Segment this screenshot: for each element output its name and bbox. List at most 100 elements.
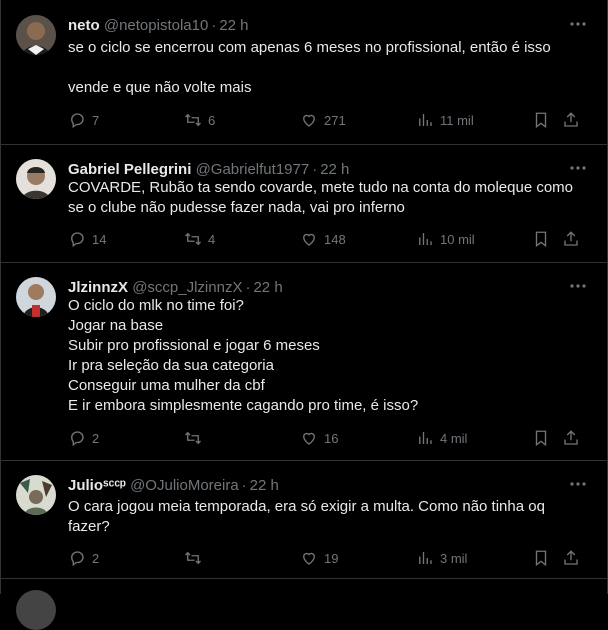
views-count: 11 mil: [440, 112, 474, 128]
reply-icon: [71, 113, 84, 129]
like-button[interactable]: 271: [300, 110, 346, 130]
bookmark-icon: [535, 550, 547, 567]
reply-count: 7: [92, 112, 100, 128]
views-count: 3 mil: [440, 550, 468, 566]
bookmark-icon: [535, 112, 547, 129]
reply-icon: [71, 431, 84, 447]
reply-count: 2: [92, 550, 100, 566]
views-button[interactable]: 11 mil: [416, 110, 474, 130]
retweet-button[interactable]: [184, 548, 208, 568]
reply-button[interactable]: 14: [68, 229, 106, 249]
user-handle[interactable]: @Gabrielfut1977: [196, 161, 310, 178]
reply-count: 14: [92, 231, 107, 247]
bookmark-icon: [535, 231, 547, 248]
share-icon: [564, 550, 578, 565]
like-button[interactable]: 16: [300, 428, 338, 448]
user-handle[interactable]: @netopistola10: [104, 17, 208, 34]
share-icon: [564, 112, 578, 127]
tweet-text: se o ciclo se encerrou com apenas 6 mese…: [68, 39, 551, 96]
share-button[interactable]: [562, 110, 580, 130]
separator-dot: ·: [241, 477, 247, 494]
separator-dot: ·: [211, 17, 217, 34]
reply-button[interactable]: 2: [68, 548, 99, 568]
timestamp[interactable]: 22 h: [320, 161, 349, 178]
retweet-icon: [185, 551, 201, 565]
views-bar-chart-icon: [419, 233, 432, 245]
tweet-actions: 14 4 148 10 mil: [68, 229, 592, 249]
next-tweet-avatar[interactable]: [16, 590, 56, 630]
timestamp[interactable]: 22 h: [219, 17, 248, 34]
reply-button[interactable]: 7: [68, 110, 99, 130]
separator-dot: ·: [312, 161, 318, 178]
retweet-count: 4: [208, 231, 216, 247]
heart-icon: [303, 432, 315, 445]
bookmark-icon: [535, 430, 547, 447]
tweet-header: Gabriel Pellegrini @Gabrielfut1977 · 22 h: [68, 160, 592, 180]
user-handle[interactable]: @sccp_JlzinnzX: [132, 279, 242, 296]
more-options-icon[interactable]: [568, 158, 588, 178]
more-options-icon[interactable]: [568, 474, 588, 494]
tweet-text: COVARDE, Rubão ta sendo covarde, mete tu…: [68, 179, 578, 216]
bookmark-button[interactable]: [532, 110, 550, 130]
avatar[interactable]: [16, 475, 56, 515]
reply-count: 2: [92, 430, 100, 446]
views-button[interactable]: 10 mil: [416, 229, 475, 249]
tweet-gabriel-pellegrini[interactable]: Gabriel Pellegrini @Gabrielfut1977 · 22 h …: [0, 144, 608, 263]
retweet-icon: [185, 431, 201, 445]
share-button[interactable]: [562, 229, 580, 249]
avatar[interactable]: [16, 159, 56, 199]
like-button[interactable]: 19: [300, 548, 338, 568]
avatar[interactable]: [16, 15, 56, 55]
reply-icon: [71, 551, 84, 567]
tweet-neto[interactable]: neto @netopistola10 · 22 h se o ciclo se e…: [0, 0, 608, 145]
views-button[interactable]: 3 mil: [416, 548, 467, 568]
avatar[interactable]: [16, 277, 56, 317]
retweet-button[interactable]: 4: [184, 229, 215, 249]
tweet-julio[interactable]: Julioˢᶜᶜᵖ @OJulioMoreira · 22 h O cara jog…: [0, 460, 608, 579]
reply-icon: [71, 232, 84, 248]
heart-icon: [303, 114, 315, 127]
bookmark-button[interactable]: [532, 428, 550, 448]
tweet-header: Julioˢᶜᶜᵖ @OJulioMoreira · 22 h: [68, 476, 592, 496]
timestamp[interactable]: 22 h: [250, 477, 279, 494]
display-name[interactable]: JlzinnzX: [68, 279, 128, 296]
more-options-icon[interactable]: [568, 14, 588, 34]
tweet-jlzinnzx[interactable]: JlzinnzX @sccp_JlzinnzX · 22 h O ciclo do …: [0, 262, 608, 461]
views-bar-chart-icon: [419, 432, 432, 444]
tweet-text: O ciclo do mlk no time foi? Jogar na bas…: [68, 297, 419, 414]
like-button[interactable]: 148: [300, 229, 346, 249]
display-name[interactable]: Julioˢᶜᶜᵖ: [68, 477, 126, 494]
like-count: 148: [324, 231, 346, 247]
display-name[interactable]: Gabriel Pellegrini: [68, 161, 191, 178]
tweet-actions: 2 19 3 mil: [68, 548, 592, 568]
retweet-count: 6: [208, 112, 216, 128]
reply-button[interactable]: 2: [68, 428, 99, 448]
views-count: 4 mil: [440, 430, 468, 446]
like-count: 16: [324, 430, 339, 446]
display-name[interactable]: neto: [68, 17, 100, 34]
tweet-actions: 7 6 271 11 mil: [68, 110, 592, 130]
bookmark-button[interactable]: [532, 229, 550, 249]
tweet-actions: 2 16 4 mil: [68, 428, 592, 448]
tweet-header: neto @netopistola10 · 22 h: [68, 16, 592, 36]
like-count: 271: [324, 112, 346, 128]
retweet-button[interactable]: 6: [184, 110, 215, 130]
heart-icon: [303, 233, 315, 246]
share-icon: [564, 231, 578, 246]
timestamp[interactable]: 22 h: [253, 279, 282, 296]
retweet-icon: [185, 232, 201, 246]
retweet-button[interactable]: [184, 428, 208, 448]
views-count: 10 mil: [440, 231, 475, 247]
views-button[interactable]: 4 mil: [416, 428, 467, 448]
like-count: 19: [324, 550, 339, 566]
retweet-icon: [185, 113, 201, 127]
share-button[interactable]: [562, 428, 580, 448]
share-button[interactable]: [562, 548, 580, 568]
heart-icon: [303, 552, 315, 565]
views-bar-chart-icon: [419, 552, 432, 564]
views-bar-chart-icon: [419, 114, 432, 126]
user-handle[interactable]: @OJulioMoreira: [130, 477, 239, 494]
bookmark-button[interactable]: [532, 548, 550, 568]
tweet-text: O cara jogou meia temporada, era só exig…: [68, 498, 550, 535]
more-options-icon[interactable]: [568, 276, 588, 296]
